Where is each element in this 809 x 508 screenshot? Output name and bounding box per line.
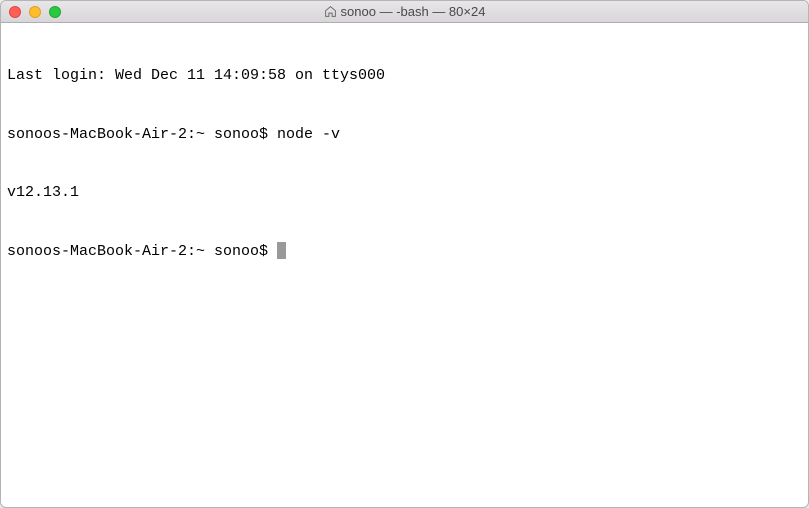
- prompt-text: sonoos-MacBook-Air-2:~ sonoo$: [7, 243, 277, 260]
- terminal-window: sonoo — -bash — 80×24 Last login: Wed De…: [0, 0, 809, 508]
- terminal-body[interactable]: Last login: Wed Dec 11 14:09:58 on ttys0…: [1, 23, 808, 508]
- output-text: v12.13.1: [7, 184, 79, 201]
- window-title: sonoo — -bash — 80×24: [1, 4, 808, 19]
- terminal-line: sonoos-MacBook-Air-2:~ sonoo$: [7, 242, 802, 262]
- prompt-text: sonoos-MacBook-Air-2:~ sonoo$: [7, 126, 277, 143]
- terminal-line: v12.13.1: [7, 183, 802, 203]
- last-login-text: Last login: Wed Dec 11 14:09:58 on ttys0…: [7, 67, 385, 84]
- terminal-line: Last login: Wed Dec 11 14:09:58 on ttys0…: [7, 66, 802, 86]
- close-button[interactable]: [9, 6, 21, 18]
- titlebar[interactable]: sonoo — -bash — 80×24: [1, 1, 808, 23]
- terminal-line: sonoos-MacBook-Air-2:~ sonoo$ node -v: [7, 125, 802, 145]
- maximize-button[interactable]: [49, 6, 61, 18]
- cursor: [277, 242, 286, 259]
- traffic-lights: [1, 6, 61, 18]
- command-text: node -v: [277, 126, 340, 143]
- home-icon: [324, 5, 337, 18]
- minimize-button[interactable]: [29, 6, 41, 18]
- window-title-text: sonoo — -bash — 80×24: [341, 4, 486, 19]
